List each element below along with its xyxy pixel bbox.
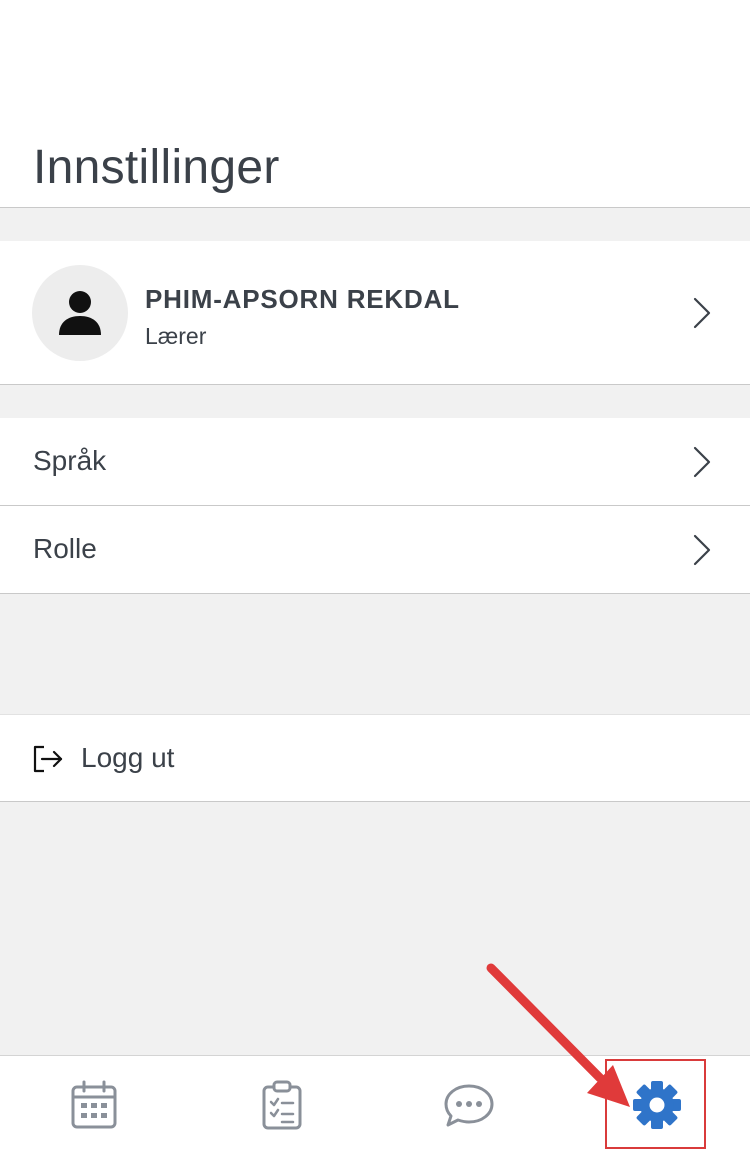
settings-item-label: Språk	[33, 445, 107, 476]
highlight-box	[605, 1059, 706, 1149]
tab-calendar[interactable]	[34, 1056, 154, 1153]
profile-role: Lærer	[145, 323, 207, 349]
header: Innstillinger	[0, 0, 750, 208]
chevron-right-icon	[693, 297, 711, 329]
logout-button[interactable]: Logg ut	[0, 714, 750, 802]
settings-item-role[interactable]: Rolle	[0, 506, 750, 594]
tab-tasks[interactable]	[222, 1056, 342, 1153]
profile-name: PHIM-APSORN REKDAL	[145, 284, 460, 314]
settings-item-label: Rolle	[33, 533, 97, 564]
logout-icon	[33, 745, 63, 773]
chevron-right-icon	[693, 534, 711, 566]
calendar-icon	[71, 1080, 117, 1129]
avatar	[32, 265, 128, 361]
tab-chat[interactable]	[409, 1056, 529, 1153]
chevron-right-icon	[693, 446, 711, 478]
person-icon	[59, 291, 101, 335]
chat-bubble-icon	[444, 1084, 494, 1127]
settings-screen: Innstillinger PHIM-APSORN REKDAL Lærer S…	[0, 0, 750, 1153]
profile-row[interactable]: PHIM-APSORN REKDAL Lærer	[0, 241, 750, 385]
settings-item-language[interactable]: Språk	[0, 418, 750, 506]
page-title: Innstillinger	[33, 141, 280, 194]
settings-list: Språk Rolle	[0, 418, 750, 594]
clipboard-checklist-icon	[262, 1080, 302, 1130]
logout-label: Logg ut	[81, 742, 175, 773]
